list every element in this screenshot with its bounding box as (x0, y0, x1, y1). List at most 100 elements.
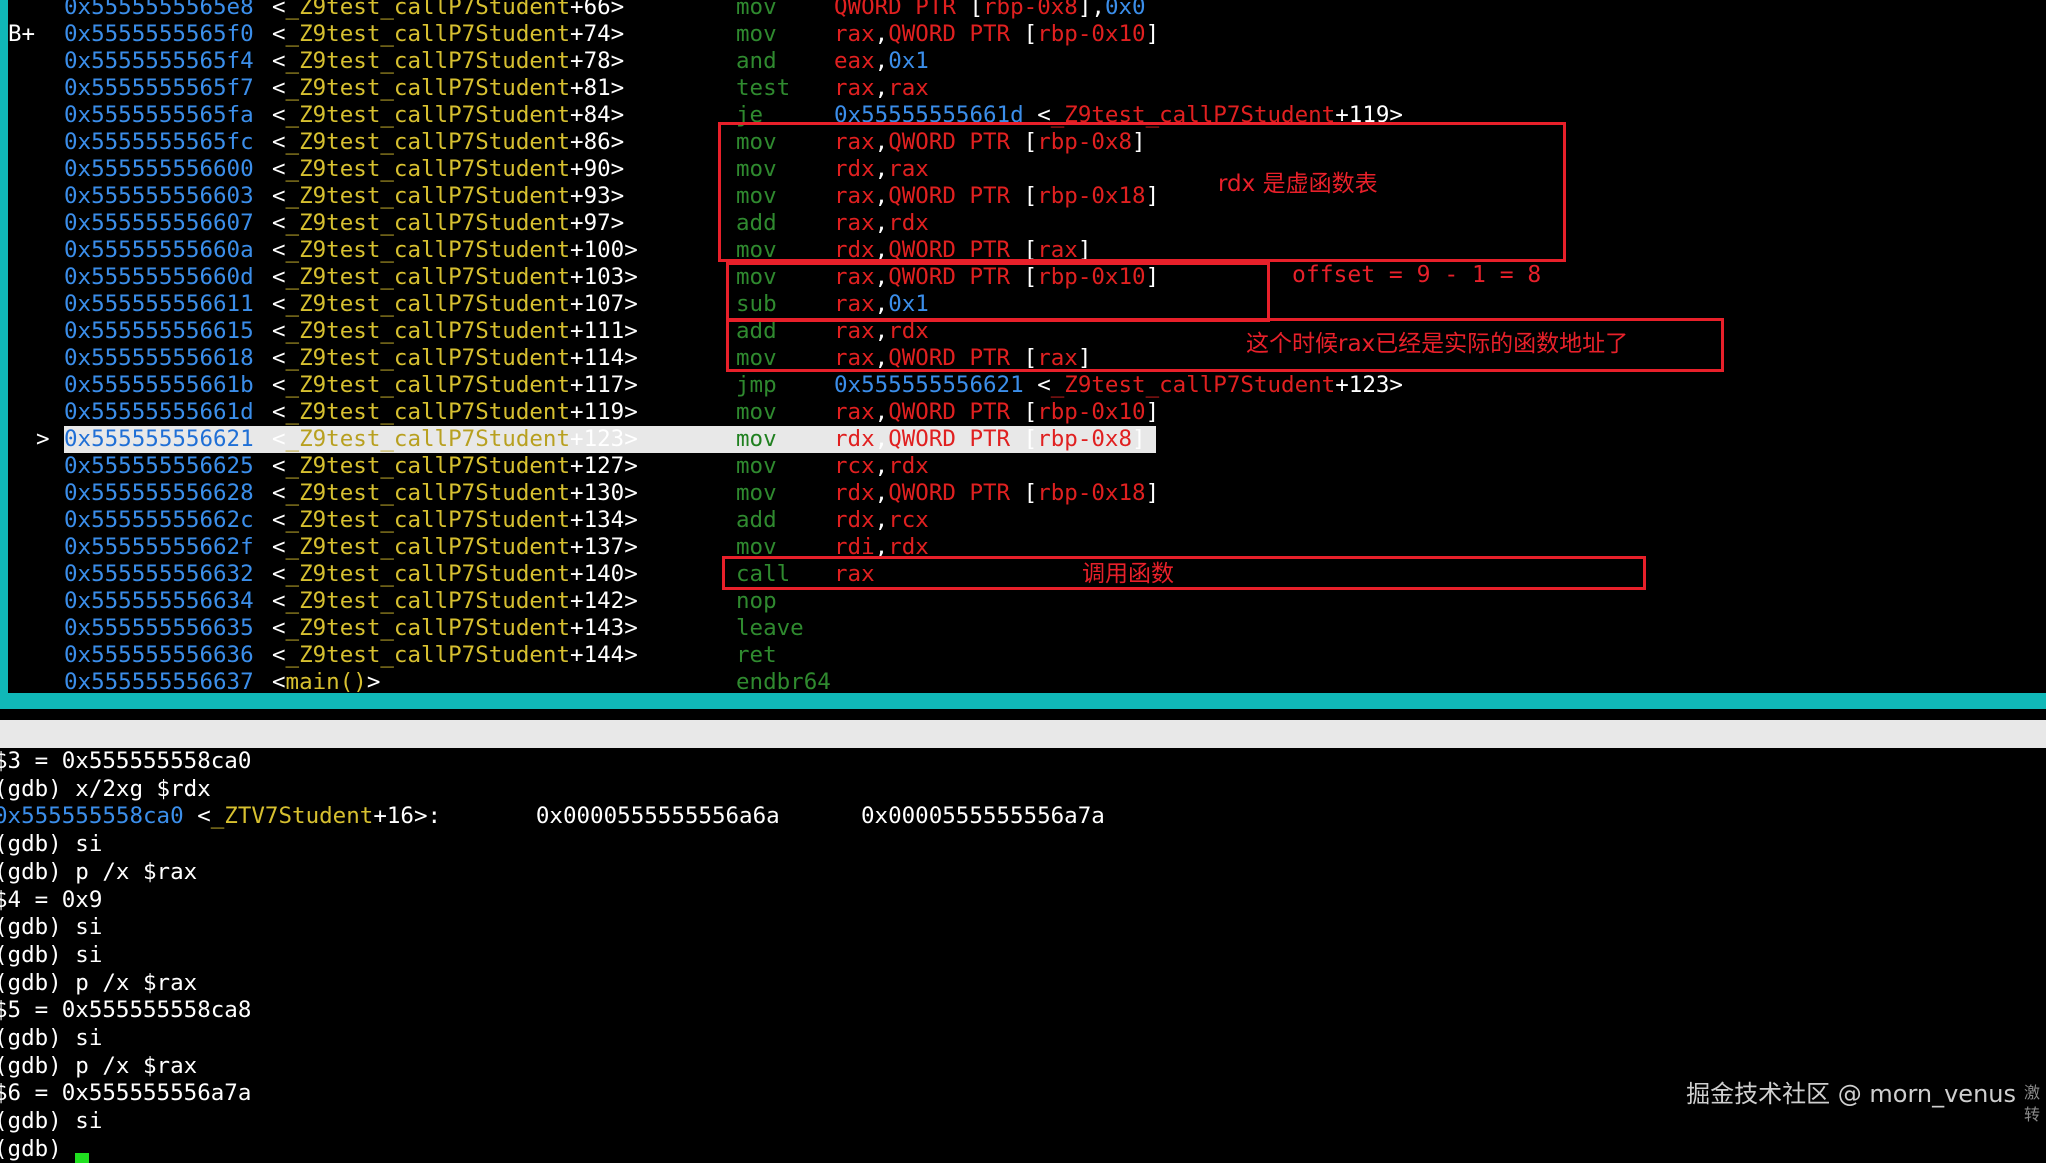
operand-token: ] (1077, 237, 1092, 263)
instruction-address[interactable]: 0x555555556635 (64, 615, 254, 642)
instruction-mnemonic: add (736, 318, 777, 344)
instruction-address[interactable]: 0x555555556611 (64, 291, 254, 318)
offset: +103> (570, 264, 638, 290)
operand-token: rbp-0x8 (1037, 426, 1133, 452)
symbol-offset: <main()> (272, 669, 380, 693)
asm-line[interactable]: B+ 0x5555555565f0 <_Z9test_callP7Student+7… (0, 21, 2046, 48)
instruction-address[interactable]: 0x555555556618 (64, 345, 254, 372)
asm-line[interactable]: 0x555555556637 <main()> endbr64 (0, 669, 2046, 693)
offset: +78> (570, 48, 625, 74)
instruction-address[interactable]: 0x5555555565fc (64, 129, 254, 156)
asm-line[interactable]: 0x55555555662c <_Z9test_callP7Student+134… (0, 507, 2046, 534)
operand-token: rbp-0x8 (1037, 129, 1133, 155)
asm-line[interactable]: 0x555555556607 <_Z9test_callP7Student+97>… (0, 210, 2046, 237)
symbol-open-bracket: < (272, 534, 286, 560)
instruction-address[interactable]: 0x55555555661b (64, 372, 254, 399)
instruction-address[interactable]: 0x555555556607 (64, 210, 254, 237)
instruction-address[interactable]: 0x555555556615 (64, 318, 254, 345)
operand-token: , (874, 21, 889, 47)
instruction-address[interactable]: 0x555555556637 (64, 669, 254, 693)
instruction-address[interactable]: 0x5555555565f0 (64, 21, 254, 48)
operand-token: rdx (888, 318, 929, 344)
asm-line[interactable]: 0x55555555661b <_Z9test_callP7Student+117… (0, 372, 2046, 399)
instruction-operands: rdi,rdx (834, 534, 929, 561)
operand-token: _Z9test_callP7Student (1050, 372, 1336, 398)
function-name: _Z9test_callP7Student (285, 372, 571, 398)
instruction-address[interactable]: 0x55555555660d (64, 264, 254, 291)
line-marker: B+ (8, 21, 36, 47)
operand-token: rdx (834, 426, 875, 452)
asm-line-current[interactable]: >0x555555556621 <_Z9test_callP7Student+12… (0, 426, 2046, 453)
operand-token: 0x1 (888, 48, 929, 74)
instruction-operands: eax,0x1 (834, 48, 929, 75)
asm-line[interactable]: 0x55555555661d <_Z9test_callP7Student+119… (0, 399, 2046, 426)
asm-line[interactable]: 0x555555556636 <_Z9test_callP7Student+144… (0, 642, 2046, 669)
operand-token: , (874, 453, 889, 479)
symbol-offset: <_Z9test_callP7Student+111> (272, 318, 638, 345)
instruction-address[interactable]: 0x555555556600 (64, 156, 254, 183)
instruction-address[interactable]: 0x555555556632 (64, 561, 254, 588)
instruction-address[interactable]: 0x5555555565fa (64, 102, 254, 129)
instruction-mnemonic: call (736, 561, 791, 587)
asm-line[interactable]: 0x5555555565f4 <_Z9test_callP7Student+78>… (0, 48, 2046, 75)
operand-token: rdx (834, 480, 875, 506)
instruction-operands: rax,QWORD PTR [rbp-0x18] (834, 183, 1159, 210)
instruction-address[interactable]: 0x555555556625 (64, 453, 254, 480)
operand-token: +123> (1335, 372, 1403, 398)
instruction-address[interactable]: 0x55555555660a (64, 237, 254, 264)
function-name: _Z9test_callP7Student (285, 318, 571, 344)
operand-token: [ (969, 0, 984, 20)
asm-line[interactable]: 0x555555556615 <_Z9test_callP7Student+111… (0, 318, 2046, 345)
instruction-address[interactable]: 0x555555556621 (64, 426, 254, 453)
operand-token: _Z9test_callP7Student (1050, 102, 1336, 128)
instruction-address[interactable]: 0x55555555662f (64, 534, 254, 561)
asm-line[interactable]: 0x55555555662f <_Z9test_callP7Student+137… (0, 534, 2046, 561)
disassembly-pane[interactable]: 0x5555555565e8 <_Z9test_callP7Student+66>… (0, 0, 2046, 693)
instruction-address[interactable]: 0x55555555661d (64, 399, 254, 426)
asm-line[interactable]: 0x5555555565fa <_Z9test_callP7Student+84>… (0, 102, 2046, 129)
asm-line[interactable]: 0x55555555660d <_Z9test_callP7Student+103… (0, 264, 2046, 291)
offset: +140> (570, 561, 638, 587)
function-name: _Z9test_callP7Student (285, 129, 571, 155)
symbol-offset: <_Z9test_callP7Student+123> (272, 426, 638, 453)
operand-token: [ (1023, 183, 1038, 209)
symbol-offset: <_Z9test_callP7Student+103> (272, 264, 638, 291)
asm-line[interactable]: 0x555555556628 <_Z9test_callP7Student+130… (0, 480, 2046, 507)
operand-token: , (874, 264, 889, 290)
asm-line[interactable]: 0x5555555565e8 <_Z9test_callP7Student+66>… (0, 0, 2046, 21)
console-line: (gdb) p /x $rax (0, 859, 197, 886)
asm-line[interactable]: 0x5555555565fc <_Z9test_callP7Student+86>… (0, 129, 2046, 156)
operand-token: , (874, 480, 889, 506)
operand-token: [ (1023, 129, 1038, 155)
asm-line[interactable]: 0x555555556634 <_Z9test_callP7Student+142… (0, 588, 2046, 615)
symbol-open-bracket: < (272, 615, 286, 641)
instruction-address[interactable]: 0x555555556634 (64, 588, 254, 615)
offset: +90> (570, 156, 625, 182)
asm-line[interactable]: 0x555555556611 <_Z9test_callP7Student+107… (0, 291, 2046, 318)
asm-line[interactable]: 0x555555556618 <_Z9test_callP7Student+114… (0, 345, 2046, 372)
asm-line[interactable]: 0x55555555660a <_Z9test_callP7Student+100… (0, 237, 2046, 264)
asm-line[interactable]: 0x5555555565f7 <_Z9test_callP7Student+81>… (0, 75, 2046, 102)
asm-line[interactable]: 0x555555556625 <_Z9test_callP7Student+127… (0, 453, 2046, 480)
function-name: _Z9test_callP7Student (285, 264, 571, 290)
asm-line[interactable]: 0x555555556603 <_Z9test_callP7Student+93>… (0, 183, 2046, 210)
instruction-address[interactable]: 0x5555555565f4 (64, 48, 254, 75)
instruction-address[interactable]: 0x555555556628 (64, 480, 254, 507)
asm-line[interactable]: 0x555555556600 <_Z9test_callP7Student+90>… (0, 156, 2046, 183)
instruction-address[interactable]: 0x555555556636 (64, 642, 254, 669)
function-name: _Z9test_callP7Student (285, 156, 571, 182)
operand-token: < (1023, 372, 1051, 398)
instruction-address[interactable]: 0x5555555565e8 (64, 0, 254, 21)
asm-line[interactable]: 0x555555556635 <_Z9test_callP7Student+143… (0, 615, 2046, 642)
instruction-mnemonic: add (736, 507, 777, 533)
operand-token: , (874, 156, 889, 182)
symbol-open-bracket: < (272, 480, 286, 506)
instruction-address[interactable]: 0x555555556603 (64, 183, 254, 210)
console-prompt[interactable]: (gdb) (0, 1136, 90, 1163)
asm-line[interactable]: 0x555555556632 <_Z9test_callP7Student+140… (0, 561, 2046, 588)
symbol-offset: <_Z9test_callP7Student+97> (272, 210, 624, 237)
instruction-mnemonic: mov (736, 345, 777, 371)
instruction-address[interactable]: 0x55555555662c (64, 507, 254, 534)
instruction-address[interactable]: 0x5555555565f7 (64, 75, 254, 102)
console-line: $6 = 0x555555556a7a (0, 1080, 251, 1107)
